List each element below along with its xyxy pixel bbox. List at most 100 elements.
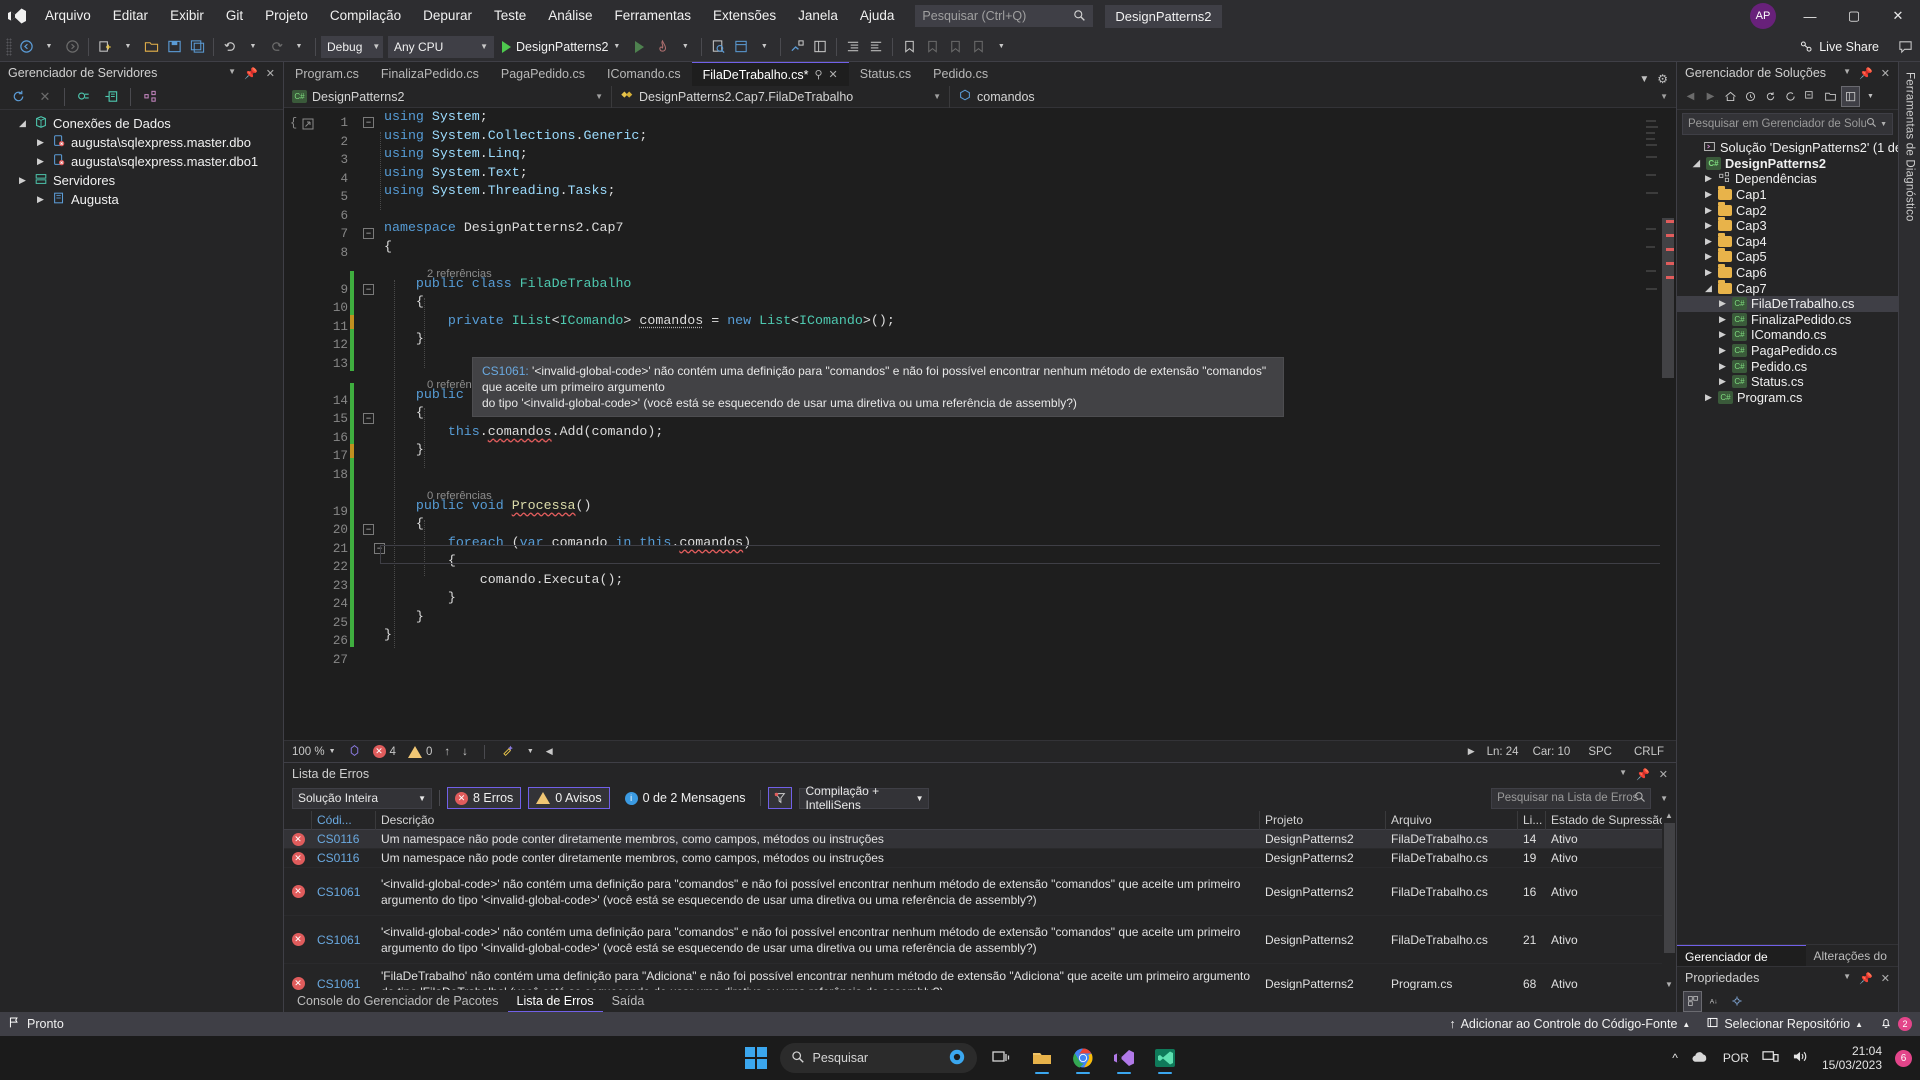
tree-node-cap4[interactable]: ▶ Cap4: [1677, 232, 1898, 250]
menu-janela[interactable]: Janela: [787, 0, 849, 32]
expand-arrow-icon[interactable]: ▶: [1703, 251, 1714, 262]
start-button[interactable]: [739, 1041, 773, 1075]
search-in-files-icon[interactable]: [707, 35, 729, 59]
pending-changes-icon[interactable]: [1741, 86, 1760, 107]
chevron-down-icon[interactable]: ▼: [1880, 121, 1887, 128]
outdent-icon[interactable]: [865, 35, 887, 59]
code-surface[interactable]: { 1 2 3 4 5 6 7 8 9 10 11 12 13 14 15 16…: [284, 108, 1676, 740]
menu-git[interactable]: Git: [215, 0, 254, 32]
expand-arrow-icon[interactable]: ▶: [34, 194, 47, 205]
tree-node-cap2[interactable]: ▶ Cap2: [1677, 201, 1898, 218]
new-project-icon[interactable]: [94, 35, 116, 59]
scrollbar-error-marker[interactable]: [1666, 220, 1674, 223]
close-button[interactable]: ✕: [1876, 0, 1920, 32]
solution-search-input[interactable]: Pesquisar em Gerenciador de Soluções (Ct…: [1682, 113, 1893, 135]
scrollbar-error-marker[interactable]: [1666, 262, 1674, 265]
connect-to-server-icon[interactable]: [99, 86, 123, 108]
next-bookmark-icon[interactable]: [944, 35, 966, 59]
tree-node-filadetrabalho-cs[interactable]: ▶ C# FilaDeTrabalho.cs: [1677, 295, 1898, 312]
scrollbar-thumb[interactable]: [1662, 218, 1674, 378]
fold-toggle-namespace[interactable]: −: [363, 228, 374, 239]
chevron-down-icon[interactable]: ▼: [1843, 67, 1851, 80]
chrome-button[interactable]: [1066, 1041, 1100, 1075]
expand-arrow-icon[interactable]: ▶: [1717, 376, 1728, 387]
close-icon[interactable]: ✕: [1659, 768, 1668, 781]
refresh-icon[interactable]: [6, 86, 30, 108]
undo-dropdown-icon[interactable]: ▼: [242, 35, 264, 59]
tree-node-program-cs[interactable]: ▶ C# Program.cs: [1677, 390, 1898, 406]
hot-reload-icon[interactable]: [651, 35, 673, 59]
navigate-backward-icon[interactable]: [15, 35, 37, 59]
error-scope-select[interactable]: Solução Inteira ▼: [292, 787, 432, 809]
tree-node-project[interactable]: ◢ C# DesignPatterns2: [1677, 156, 1898, 172]
undo-icon[interactable]: [219, 35, 241, 59]
table-row[interactable]: ✕ CS0116 Um namespace não pode conter di…: [284, 849, 1676, 868]
code-cleanup-icon[interactable]: [501, 744, 515, 760]
expand-arrow-icon[interactable]: ▶: [34, 137, 47, 148]
visual-studio-taskbar-button[interactable]: [1107, 1041, 1141, 1075]
pin-icon[interactable]: ⚲: [814, 68, 822, 81]
tree-node-solution[interactable]: Solução 'DesignPatterns2' (1 de 1 projet…: [1677, 140, 1898, 156]
tree-node-status-cs[interactable]: ▶ C# Status.cs: [1677, 374, 1898, 390]
pin-icon[interactable]: 📌: [1636, 768, 1650, 781]
expand-arrow-icon[interactable]: ▶: [1717, 314, 1728, 325]
navbar-type-select[interactable]: DesignPatterns2.Cap7.FilaDeTrabalho ▼: [612, 85, 950, 108]
tab-error-list[interactable]: Lista de Erros: [507, 990, 603, 1012]
volume-icon[interactable]: [1792, 1049, 1809, 1067]
hot-reload-dropdown-icon[interactable]: ▼: [674, 35, 696, 59]
properties-window-icon[interactable]: [809, 35, 831, 59]
table-row[interactable]: ✕ CS1061 '<invalid-global-code>' não con…: [284, 868, 1676, 916]
tab-pagapedido-cs[interactable]: PagaPedido.cs: [489, 62, 596, 86]
expand-arrow-icon[interactable]: ▶: [1703, 236, 1714, 247]
tree-node-conexoes-de-dados[interactable]: ◢ Conexões de Dados: [0, 114, 283, 133]
open-file-icon[interactable]: [140, 35, 162, 59]
tab-finalizapedido-cs[interactable]: FinalizaPedido.cs: [369, 62, 490, 86]
clear-bookmarks-icon[interactable]: [967, 35, 989, 59]
toolbar-grip[interactable]: [6, 37, 12, 56]
scrollbar-error-marker[interactable]: [1666, 276, 1674, 279]
collapse-all-icon[interactable]: [1801, 86, 1820, 107]
new-project-dropdown-icon[interactable]: ▼: [117, 35, 139, 59]
tab-output[interactable]: Saída: [603, 990, 654, 1012]
scrollbar-error-marker[interactable]: [1666, 248, 1674, 251]
home-icon[interactable]: [1721, 86, 1740, 107]
tree-node-icomando-cs[interactable]: ▶ C# IComando.cs: [1677, 327, 1898, 343]
tab-program-cs[interactable]: Program.cs: [284, 62, 370, 86]
menu-depurar[interactable]: Depurar: [412, 0, 483, 32]
column-header-suppression[interactable]: Estado de Supressão: [1546, 811, 1676, 830]
column-header-description[interactable]: Descrição: [376, 811, 1260, 830]
sync-icon[interactable]: [1761, 86, 1780, 107]
language-indicator[interactable]: POR: [1723, 1051, 1749, 1065]
notification-center-badge[interactable]: 6: [1895, 1049, 1912, 1067]
property-pages-icon[interactable]: [1727, 991, 1746, 1012]
solution-name-chip[interactable]: DesignPatterns2: [1105, 4, 1222, 28]
chevron-down-icon[interactable]: ▼: [1843, 972, 1851, 985]
window-layout-dropdown-icon[interactable]: ▼: [753, 35, 775, 59]
navbar-member-select[interactable]: comandos ▼: [950, 86, 1676, 108]
solution-explorer-icon[interactable]: [786, 35, 808, 59]
start-debug-button[interactable]: DesignPatterns2 ▼: [495, 35, 627, 59]
column-header-icon[interactable]: [284, 811, 312, 830]
fold-toggle-usings[interactable]: −: [363, 117, 374, 128]
view-options-icon[interactable]: ▼: [1861, 86, 1880, 107]
network-icon[interactable]: [1762, 1049, 1779, 1067]
fold-toggle-adiciona[interactable]: −: [363, 413, 374, 424]
editor-warning-count[interactable]: 0: [407, 745, 432, 758]
close-icon[interactable]: ✕: [829, 68, 838, 81]
tab-pedido-cs[interactable]: Pedido.cs: [922, 62, 1000, 86]
select-repository-button[interactable]: Selecionar Repositório ▲: [1706, 1016, 1863, 1032]
intellicode-icon[interactable]: [348, 744, 361, 760]
filter-messages-button[interactable]: i 0 de 2 Mensagens: [617, 787, 754, 809]
menu-ferramentas[interactable]: Ferramentas: [604, 0, 703, 32]
column-header-line[interactable]: Li...: [1518, 811, 1546, 830]
file-explorer-button[interactable]: [1025, 1041, 1059, 1075]
filter-errors-button[interactable]: ✕ 8 Erros: [447, 787, 522, 809]
save-all-icon[interactable]: [186, 35, 208, 59]
menu-projeto[interactable]: Projeto: [254, 0, 319, 32]
menu-arquivo[interactable]: Arquivo: [34, 0, 102, 32]
expand-arrow-icon[interactable]: ▶: [1703, 173, 1714, 184]
expand-arrow-icon[interactable]: ▶: [1703, 220, 1714, 231]
pin-icon[interactable]: 📌: [244, 67, 258, 80]
scroll-right-icon[interactable]: ▶: [1468, 746, 1475, 757]
next-issue-icon[interactable]: ↓: [462, 746, 468, 758]
